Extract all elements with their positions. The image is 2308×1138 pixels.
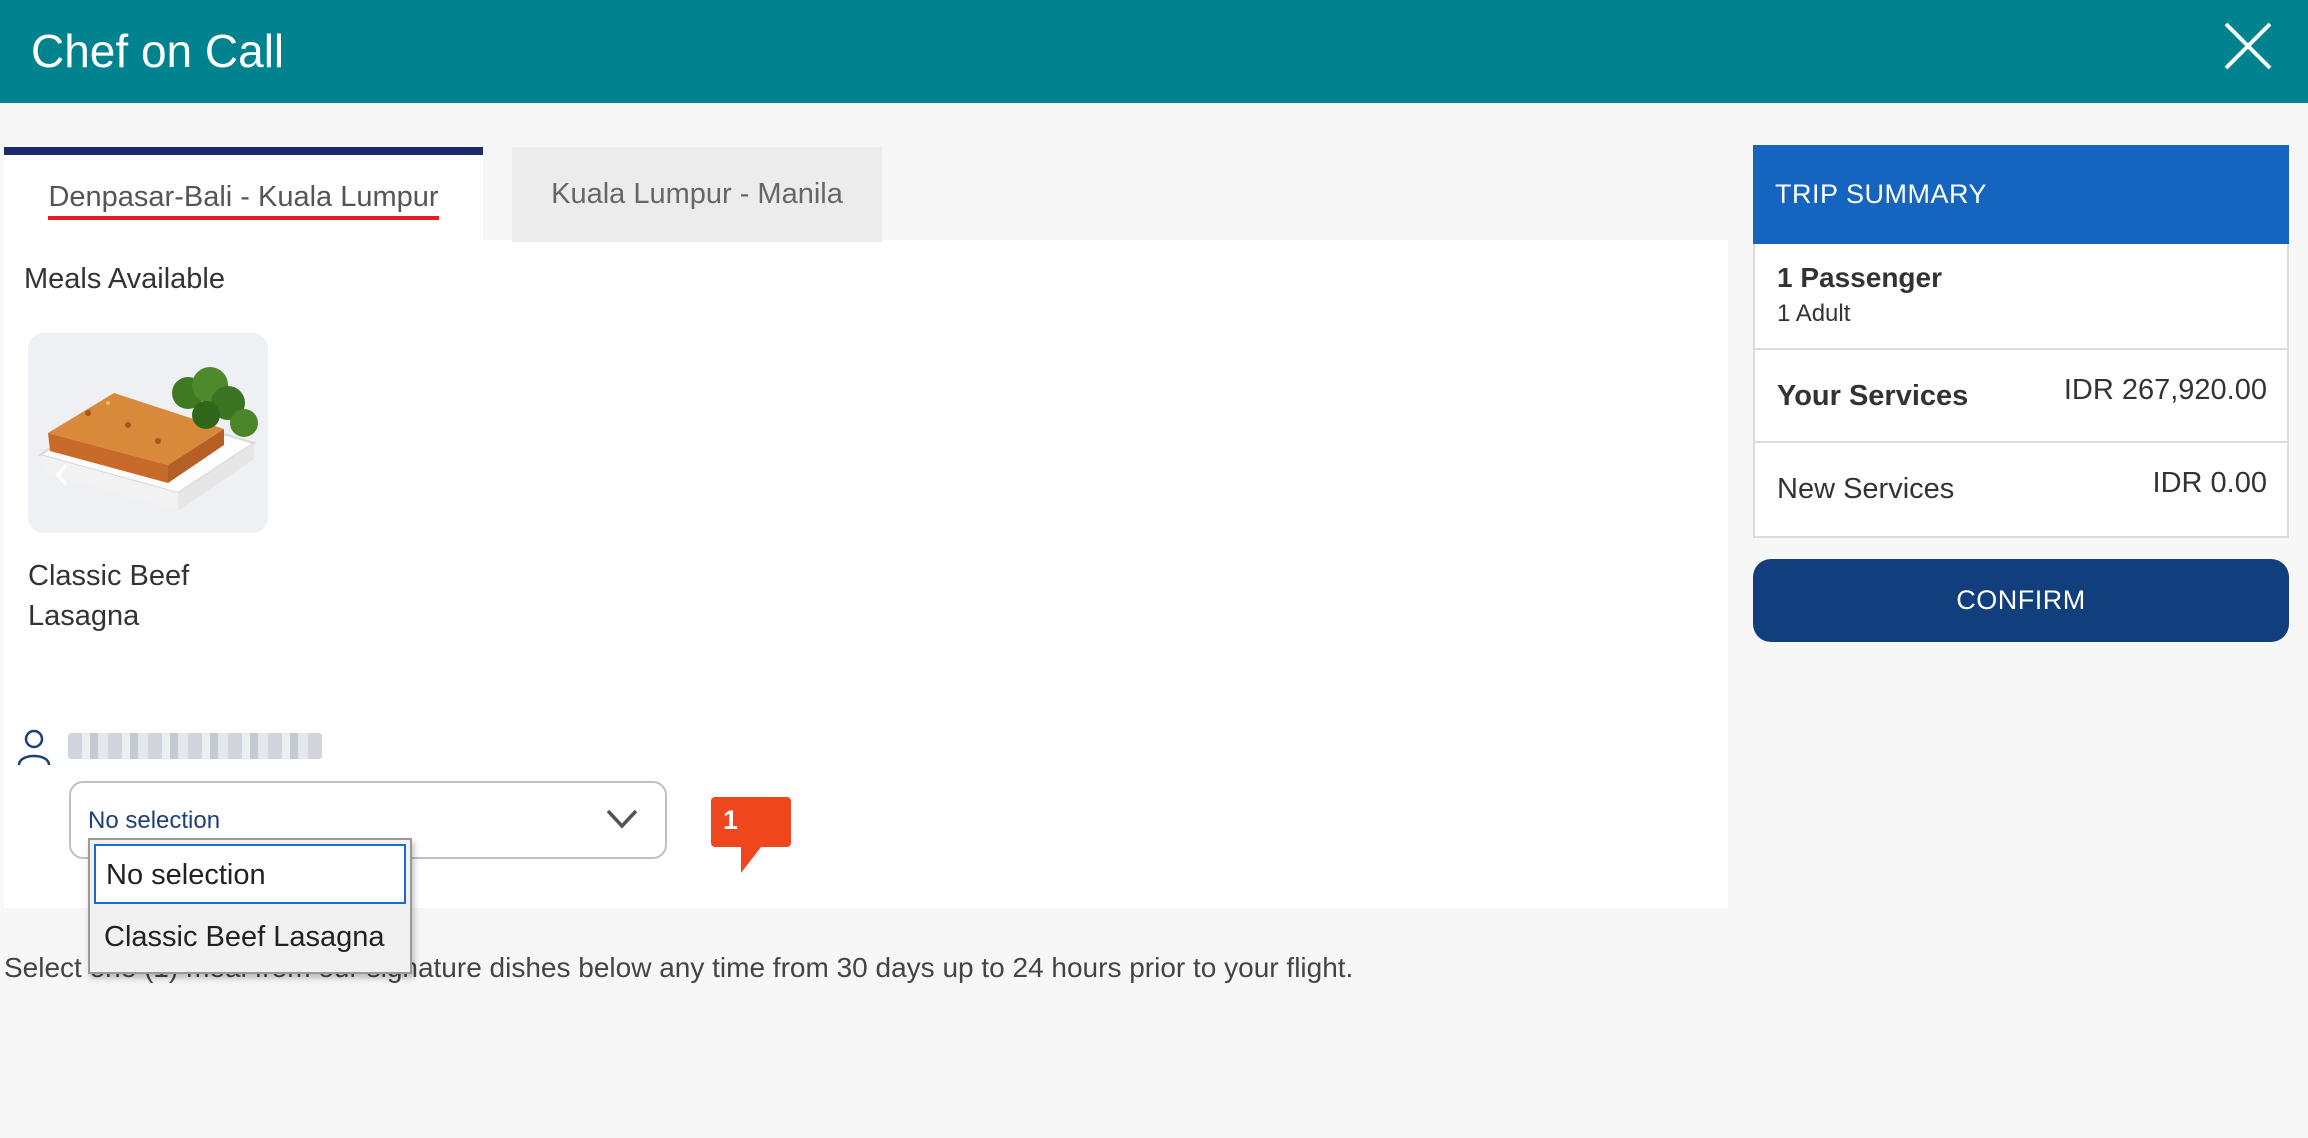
passenger-detail: 1 Adult	[1777, 300, 1851, 327]
meal-name: Classic Beef Lasagna	[28, 560, 190, 632]
tab-label: Kuala Lumpur - Manila	[551, 178, 843, 210]
chevron-down-icon	[605, 807, 639, 831]
close-icon[interactable]	[2220, 18, 2276, 74]
badge-count: 1	[723, 805, 739, 835]
option-no-selection[interactable]: No selection	[94, 844, 406, 904]
select-value: No selection	[88, 807, 221, 834]
person-icon	[16, 728, 52, 766]
trip-summary-body: 1 Passenger 1 Adult Your Services IDR 26…	[1753, 244, 2289, 538]
top-bar: Chef on Call	[0, 0, 2308, 103]
new-services-row: New Services IDR 0.00	[1755, 443, 2287, 536]
trip-summary-title: TRIP SUMMARY	[1753, 145, 2289, 244]
confirm-button[interactable]: CONFIRM	[1753, 559, 2289, 642]
passenger-name-redacted	[68, 733, 322, 759]
passenger-row: 1 Passenger 1 Adult	[1755, 244, 2287, 350]
meal-card-lasagna[interactable]	[28, 333, 268, 533]
tab-label: Denpasar-Bali - Kuala Lumpur	[48, 181, 439, 220]
your-services-amount: IDR 267,920.00	[2063, 374, 2267, 406]
page-title: Chef on Call	[31, 25, 285, 77]
meals-heading: Meals Available	[24, 263, 225, 295]
your-services-row: Your Services IDR 267,920.00	[1755, 350, 2287, 443]
option-classic-beef-lasagna[interactable]: Classic Beef Lasagna	[94, 908, 406, 968]
tab-kuala-lumpur-manila[interactable]: Kuala Lumpur - Manila	[512, 147, 882, 242]
selection-count-badge: 1	[711, 797, 791, 873]
tab-denpasar-kuala-lumpur[interactable]: Denpasar-Bali - Kuala Lumpur	[4, 147, 483, 242]
new-services-amount: IDR 0.00	[2152, 467, 2267, 499]
lasagna-image	[28, 333, 268, 533]
trip-summary: TRIP SUMMARY 1 Passenger 1 Adult Your Se…	[1753, 145, 2289, 538]
meal-dropdown-list: No selection Classic Beef Lasagna	[88, 838, 412, 974]
new-services-label: New Services	[1777, 473, 1955, 505]
passenger-count: 1 Passenger	[1777, 262, 1942, 293]
your-services-label: Your Services	[1777, 380, 1969, 412]
